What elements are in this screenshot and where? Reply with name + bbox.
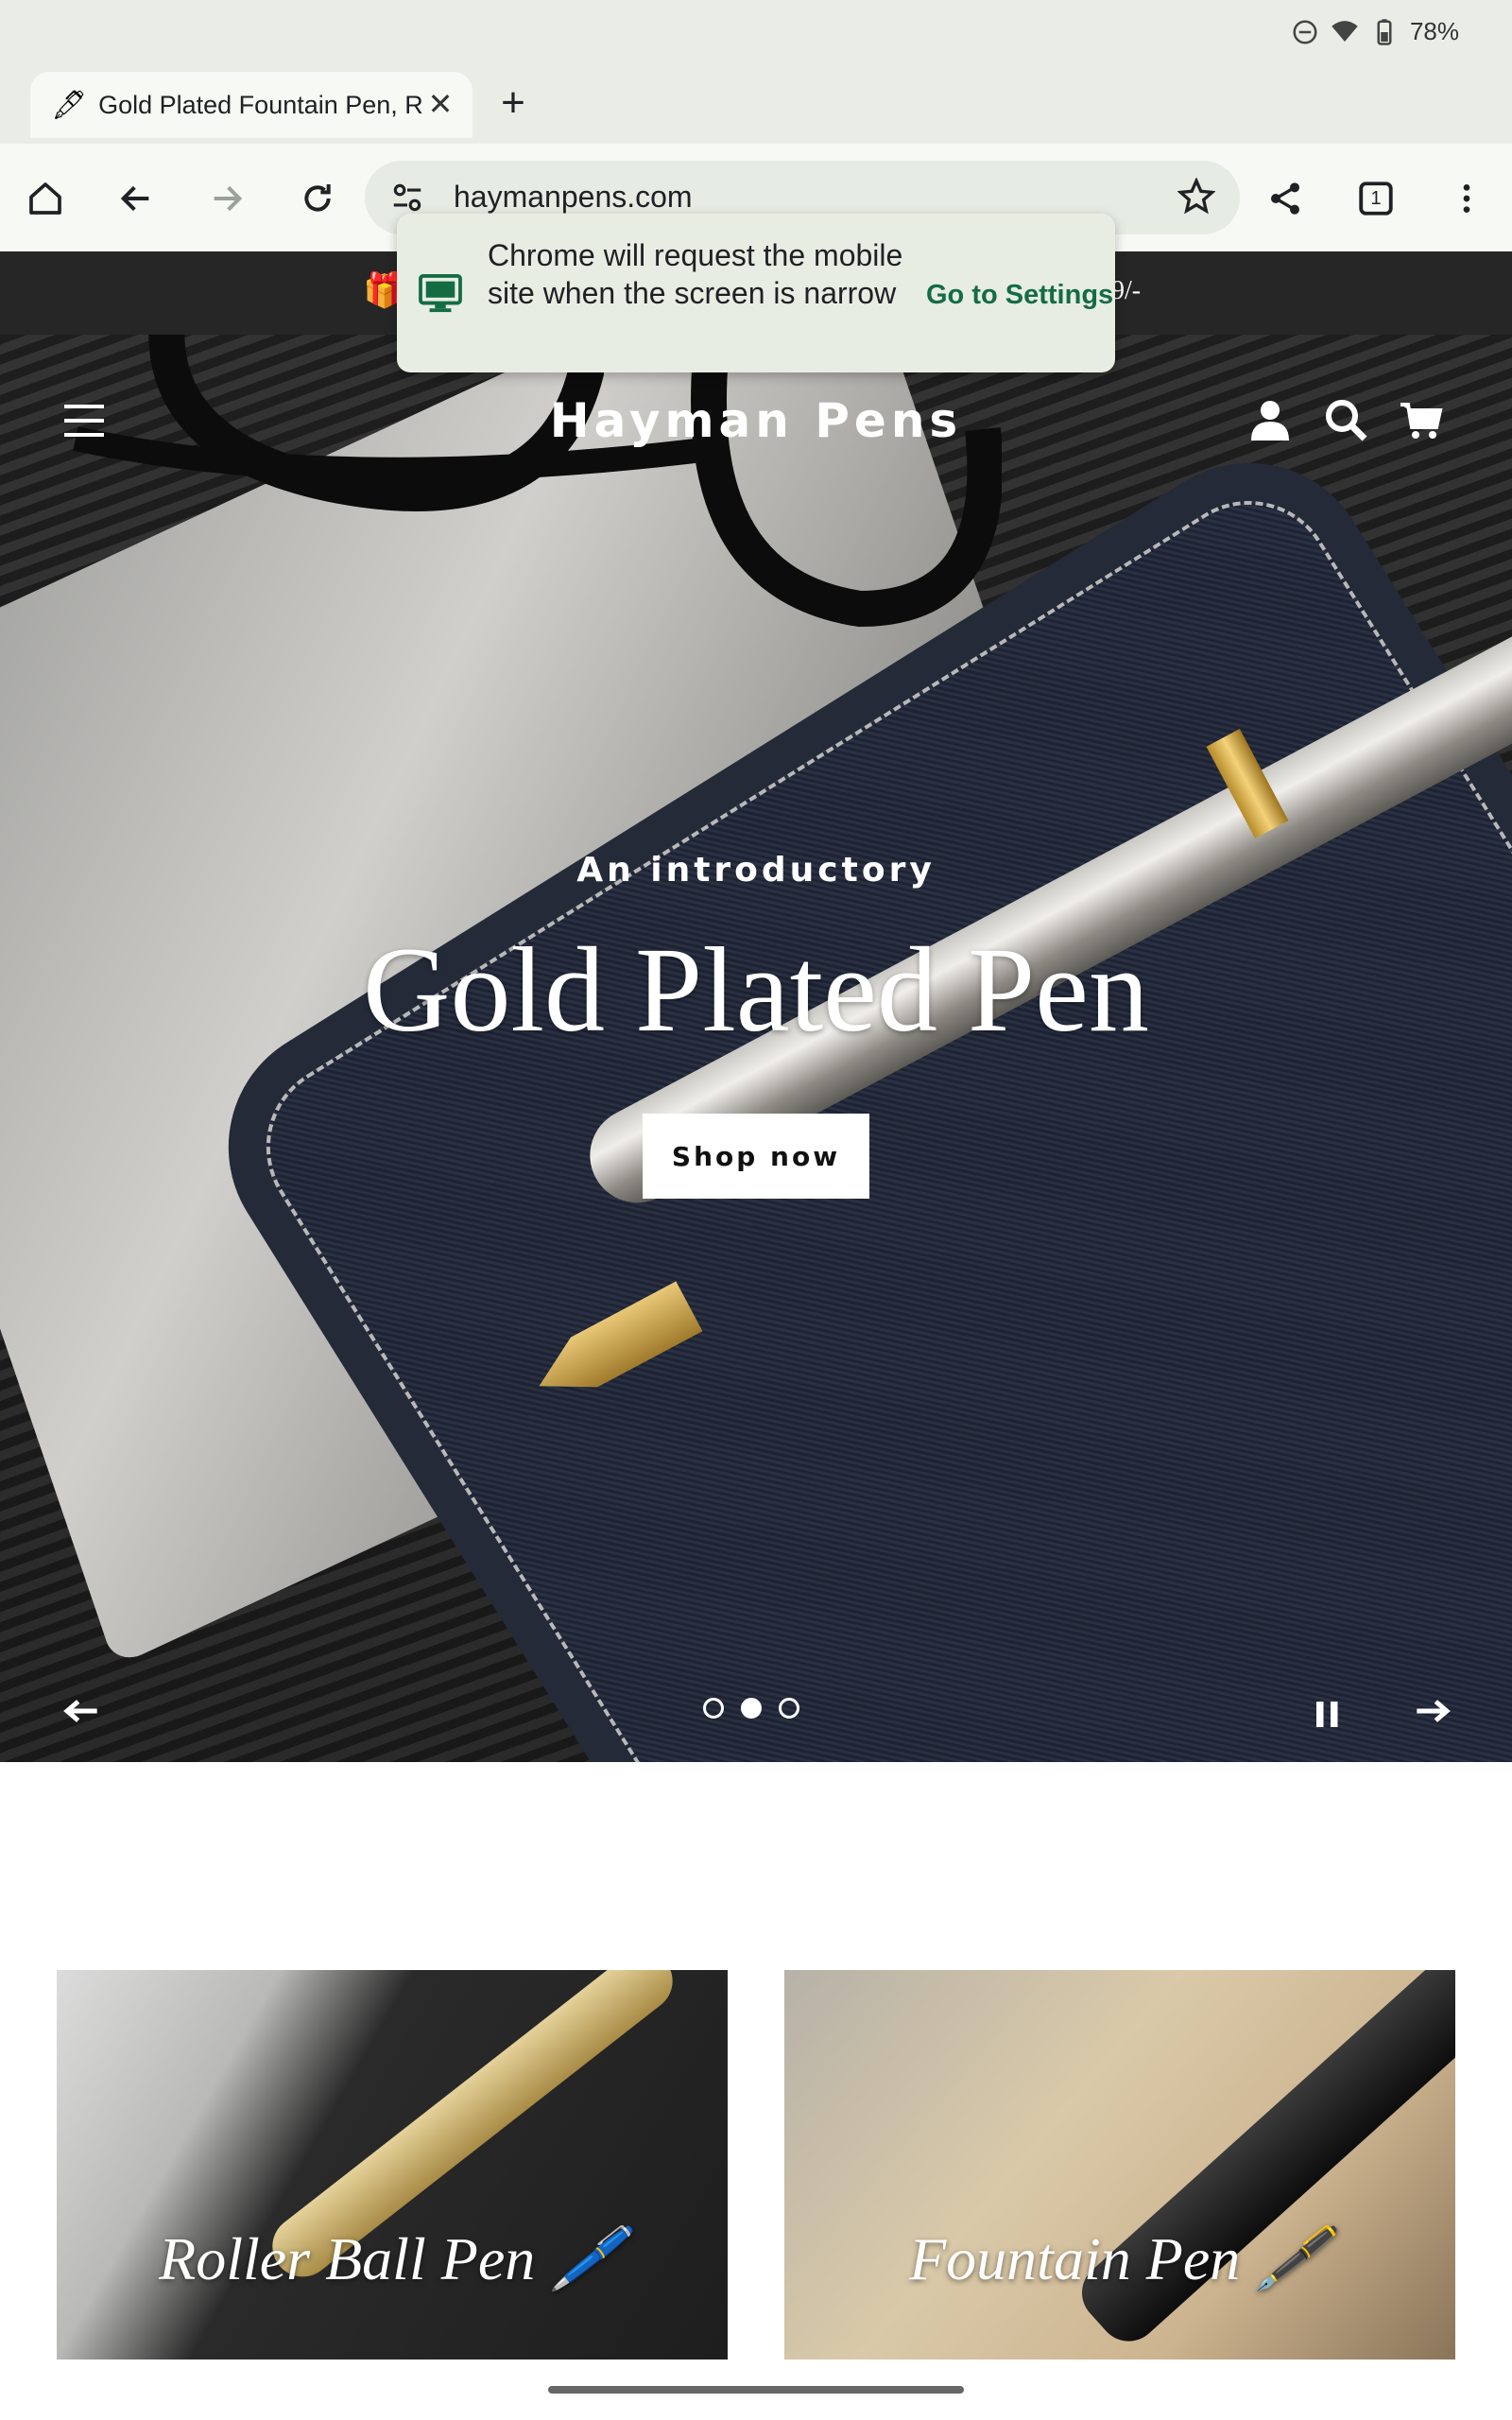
go-to-settings-link[interactable]: Go to Settings — [926, 280, 1113, 311]
pause-icon[interactable] — [1314, 1696, 1342, 1730]
search-icon[interactable] — [1323, 397, 1368, 442]
previous-slide-icon[interactable] — [60, 1692, 102, 1730]
mobile-site-popup: Chrome will request the mobile site when… — [397, 214, 1115, 372]
status-icons: 78% — [1291, 17, 1459, 46]
hero-slideshow: Hayman Pens An introductory Gold Plated … — [0, 335, 1512, 1762]
dnd-icon — [1293, 20, 1317, 43]
next-slide-icon[interactable] — [1412, 1692, 1453, 1730]
arrow-right-icon — [214, 185, 243, 212]
fountain-pen-image — [1069, 1970, 1455, 2354]
battery-icon — [1377, 18, 1392, 45]
browser-tab[interactable]: 🖋 Gold Plated Fountain Pen, R ✕ — [30, 72, 472, 138]
forward-button[interactable] — [198, 170, 255, 227]
home-icon — [29, 182, 61, 215]
tab-switcher-button[interactable]: 1 — [1348, 170, 1404, 227]
arrow-left-icon — [120, 185, 149, 212]
url-text[interactable]: haymanpens.com — [454, 180, 693, 215]
collection-fountain[interactable]: Fountain Pen 🖋️ — [784, 1970, 1455, 2360]
close-tab-icon[interactable]: ✕ — [423, 87, 457, 121]
share-icon — [1271, 182, 1299, 215]
hero-title: Gold Plated Pen — [363, 923, 1149, 1057]
tab-count: 1 — [1370, 187, 1382, 209]
bookmark-star-icon[interactable] — [1177, 178, 1215, 216]
hero-subtitle: An introductory — [576, 851, 936, 890]
collection-roller-ball[interactable]: Roller Ball Pen 🖊️ — [57, 1970, 728, 2360]
back-button[interactable] — [108, 170, 164, 227]
cart-icon[interactable] — [1399, 397, 1444, 442]
announcement-text: 9/- — [1111, 276, 1142, 305]
share-button[interactable] — [1257, 170, 1314, 227]
new-tab-button[interactable]: + — [490, 79, 537, 127]
reload-button[interactable] — [289, 170, 346, 227]
account-icon[interactable] — [1247, 397, 1293, 442]
tab-strip: 🖋 Gold Plated Fountain Pen, R ✕ + — [0, 66, 1512, 144]
slide-dot-2[interactable] — [741, 1698, 762, 1719]
battery-level: 78% — [1409, 17, 1459, 45]
slide-dot-3[interactable] — [779, 1698, 799, 1719]
slide-dot-1[interactable] — [703, 1698, 724, 1719]
gesture-home-bar[interactable] — [548, 2386, 964, 2394]
home-button[interactable] — [17, 170, 74, 227]
slide-dots — [703, 1698, 799, 1719]
pen-favicon-icon: 🖋 — [51, 89, 88, 121]
desktop-monitor-icon — [419, 274, 462, 313]
menu-button[interactable] — [1438, 170, 1495, 227]
more-vert-icon — [1463, 184, 1470, 213]
reload-icon — [304, 184, 331, 212]
wifi-icon — [1332, 20, 1358, 42]
site-settings-icon[interactable] — [389, 180, 425, 216]
popup-message: Chrome will request the mobile site when… — [488, 238, 903, 310]
tab-title: Gold Plated Fountain Pen, R — [98, 90, 423, 119]
status-bar: 78% — [0, 0, 1512, 66]
collection-label: Fountain Pen 🖋️ — [909, 2225, 1331, 2292]
shop-now-button[interactable]: Shop now — [643, 1114, 869, 1199]
collection-label: Roller Ball Pen 🖊️ — [159, 2225, 626, 2292]
